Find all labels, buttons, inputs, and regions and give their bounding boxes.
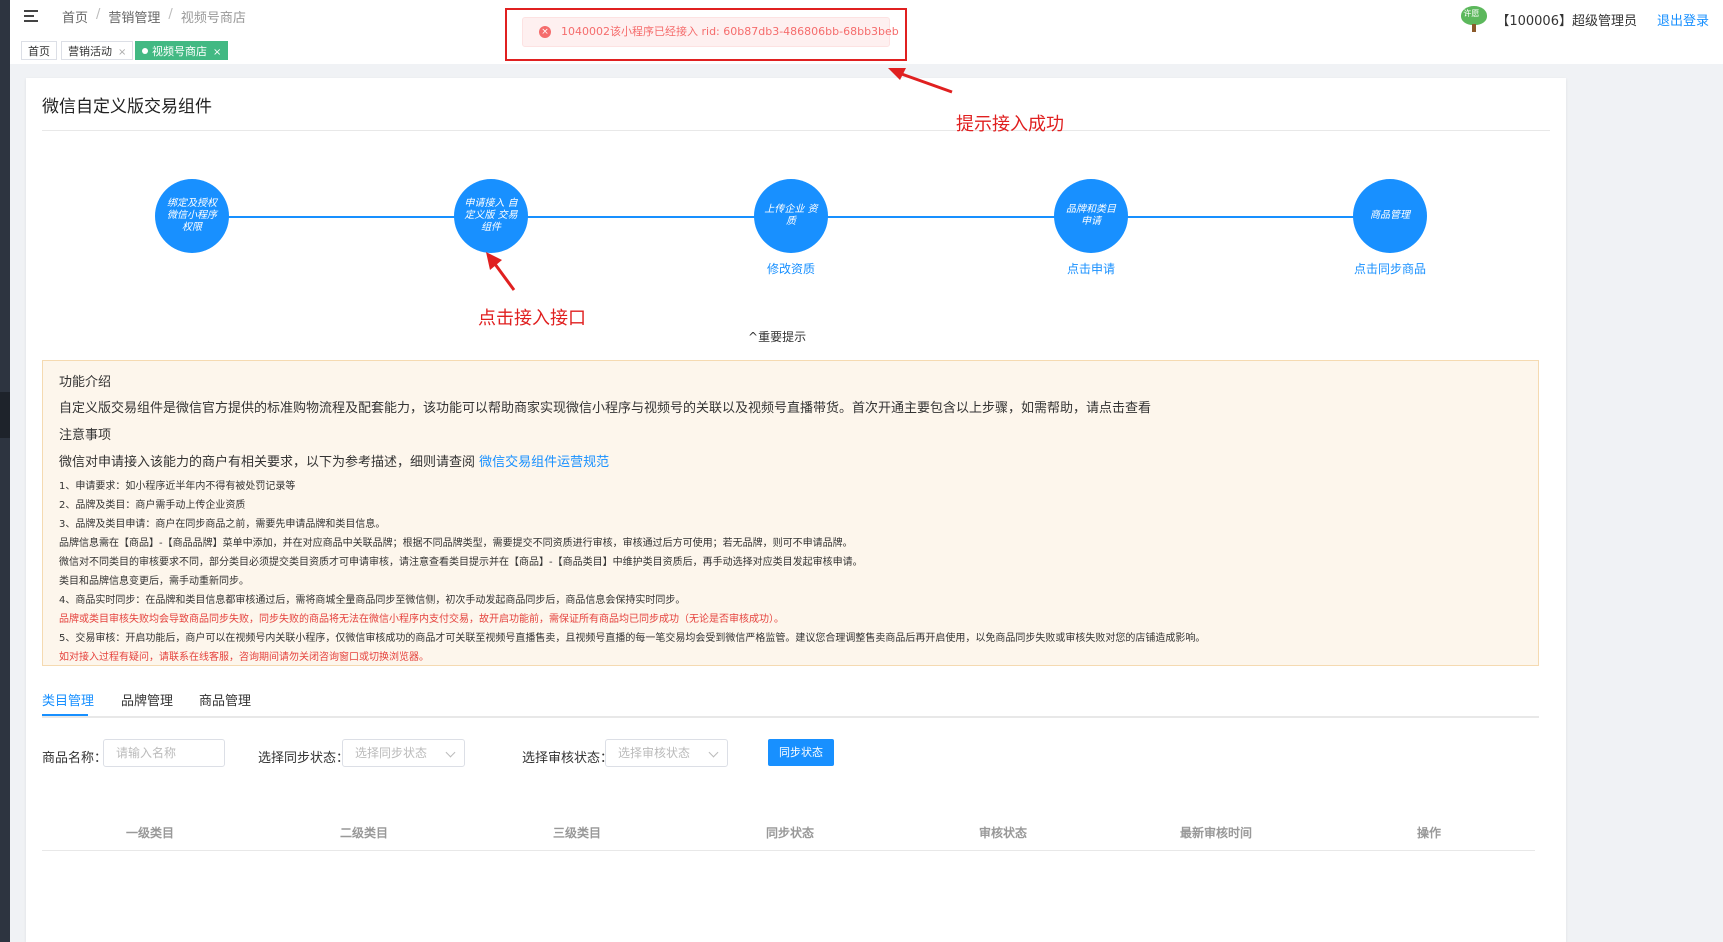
- modify-qualification-link[interactable]: 修改资质: [721, 260, 861, 277]
- notice-heading: 注意事项: [59, 428, 112, 443]
- user-name[interactable]: 【100006】超级管理员: [1496, 10, 1637, 29]
- notice-item: 品牌信息需在【商品】-【商品品牌】菜单中添加，并在对应商品中关联品牌；根据不同品…: [59, 538, 853, 549]
- notice-warning: 如对接入过程有疑问，请联系在线客服，咨询期间请勿关闭咨询窗口或切换浏览器。: [59, 652, 429, 663]
- breadcrumb-separator: /: [168, 7, 173, 22]
- column-header: 同步状态: [765, 826, 814, 840]
- close-icon[interactable]: ×: [118, 47, 126, 58]
- step-brand-category[interactable]: 品牌和类目 申请: [1054, 179, 1128, 253]
- page-tab-marketing[interactable]: 营销活动 ×: [61, 41, 134, 60]
- step-product-management[interactable]: 商品管理: [1353, 179, 1427, 253]
- notice-box: 功能介绍 自定义版交易组件是微信官方提供的标准购物流程及配套能力，该功能可以帮助…: [42, 360, 1539, 666]
- sync-status-select[interactable]: 选择同步状态: [342, 739, 465, 767]
- notice-item: 2、品牌及类目：商户需手动上传企业资质: [59, 500, 246, 511]
- notice-item: 3、品牌及类目申请：商户在同步商品之前，需要先申请品牌和类目信息。: [59, 519, 386, 530]
- breadcrumb-separator: /: [96, 7, 101, 22]
- audit-filter-label: 选择审核状态：: [522, 751, 614, 766]
- step-label: 品牌和类目 申请: [1066, 204, 1116, 227]
- chevron-down-icon: [708, 747, 719, 758]
- notice-paragraph: 微信对申请接入该能力的商户有相关要求，以下为参考描述，细则请查阅 微信交易组件运…: [59, 455, 610, 470]
- notice-item: 类目和品牌信息变更后，需手动重新同步。: [59, 576, 249, 587]
- step-apply-component[interactable]: 申请接入 自定义版 交易组件: [454, 179, 528, 253]
- page-tab-video-store[interactable]: 视频号商店 ×: [135, 41, 229, 60]
- breadcrumb: 首页 / 营销管理 / 视频号商店: [62, 7, 246, 26]
- tab-brand[interactable]: 品牌管理: [121, 690, 173, 709]
- annotation-toast-note: 提示接入成功: [956, 114, 1064, 135]
- annotation-step-note: 点击接入接口: [478, 308, 586, 329]
- sync-status-button[interactable]: 同步状态: [768, 739, 834, 766]
- table-header: 一级类目 二级类目 三级类目 同步状态 审核状态 最新审核时间 操作: [42, 816, 1535, 851]
- tab-product[interactable]: 商品管理: [199, 690, 251, 709]
- annotation-highlight-box: [505, 8, 907, 61]
- close-icon[interactable]: ×: [213, 47, 221, 58]
- important-tips-toggle[interactable]: ^重要提示: [748, 328, 806, 345]
- breadcrumb-marketing[interactable]: 营销管理: [108, 7, 160, 26]
- page-tab-home[interactable]: 首页: [21, 41, 57, 60]
- avatar-text: 许愿: [1463, 9, 1480, 18]
- main-card: 微信自定义版交易组件 绑定及授权微信小程序权限 申请接入 自定义版 交易组件 上…: [26, 78, 1566, 942]
- page-tab-label: 营销活动: [68, 45, 112, 58]
- left-sidebar-strip: [0, 0, 10, 942]
- column-header: 一级类目: [125, 826, 174, 840]
- chevron-up-icon: ^: [748, 330, 759, 344]
- annotation-arrow-icon: [486, 252, 516, 291]
- avatar[interactable]: 许愿: [1458, 6, 1490, 32]
- page-tab-label: 视频号商店: [152, 45, 207, 58]
- name-search-input[interactable]: 请输入名称: [103, 739, 225, 767]
- notice-heading: 功能介绍: [59, 375, 112, 390]
- content-tabs: 类目管理 品牌管理 商品管理: [42, 686, 1539, 718]
- step-upload-qualification[interactable]: 上传企业 资质: [754, 179, 828, 253]
- step-label: 申请接入 自定义版 交易组件: [464, 198, 518, 233]
- notice-item: 4、商品实时同步：在品牌和类目信息都审核通过后，需将商城全量商品同步至微信侧，初…: [59, 595, 686, 606]
- breadcrumb-current: 视频号商店: [180, 11, 246, 26]
- column-header: 三级类目: [552, 826, 601, 840]
- active-tab-indicator: [42, 714, 88, 716]
- column-header: 二级类目: [339, 826, 388, 840]
- active-dot-icon: [142, 48, 148, 54]
- spec-link[interactable]: 微信交易组件运营规范: [479, 455, 609, 470]
- audit-status-select[interactable]: 选择审核状态: [605, 739, 728, 767]
- notice-item: 1、申请要求：如小程序近半年内不得有被处罚记录等: [59, 481, 296, 492]
- name-filter-label: 商品名称：: [42, 751, 108, 766]
- menu-toggle-icon[interactable]: [24, 8, 40, 24]
- user-area: 许愿 【100006】超级管理员 退出登录: [1458, 6, 1709, 32]
- breadcrumb-home[interactable]: 首页: [62, 7, 88, 26]
- divider: [42, 130, 1550, 131]
- sidebar-active-mark: [0, 392, 10, 438]
- logout-link[interactable]: 退出登录: [1657, 10, 1709, 29]
- sync-filter-label: 选择同步状态：: [258, 751, 350, 766]
- step-label: 绑定及授权微信小程序权限: [167, 198, 217, 233]
- notice-paragraph: 自定义版交易组件是微信官方提供的标准购物流程及配套能力，该功能可以帮助商家实现微…: [59, 401, 1152, 416]
- column-header: 操作: [1416, 826, 1441, 840]
- step-label: 上传企业 资质: [764, 204, 818, 227]
- step-bind-miniprogram[interactable]: 绑定及授权微信小程序权限: [155, 179, 229, 253]
- page-title: 微信自定义版交易组件: [42, 97, 212, 117]
- notice-warning: 品牌或类目审核失败均会导致商品同步失败，同步失败的商品将无法在微信小程序内支付交…: [59, 614, 784, 625]
- apply-link[interactable]: 点击申请: [1021, 260, 1161, 277]
- page-tab-label: 首页: [28, 45, 50, 58]
- step-label: 商品管理: [1370, 210, 1410, 221]
- column-header: 审核状态: [978, 826, 1027, 840]
- notice-item: 5、交易审核：开启功能后，商户可以在视频号内关联小程序，仅微信审核成功的商品才可…: [59, 633, 1206, 644]
- sync-products-link[interactable]: 点击同步商品: [1320, 260, 1460, 277]
- tab-category[interactable]: 类目管理: [42, 690, 94, 709]
- annotation-arrow-icon: [888, 68, 953, 94]
- notice-item: 微信对不同类目的审核要求不同，部分类目必须提交类目资质才可申请审核，请注意查看类…: [59, 557, 863, 568]
- chevron-down-icon: [445, 747, 456, 758]
- tips-toggle-label: 重要提示: [758, 330, 807, 344]
- column-header: 最新审核时间: [1179, 826, 1252, 840]
